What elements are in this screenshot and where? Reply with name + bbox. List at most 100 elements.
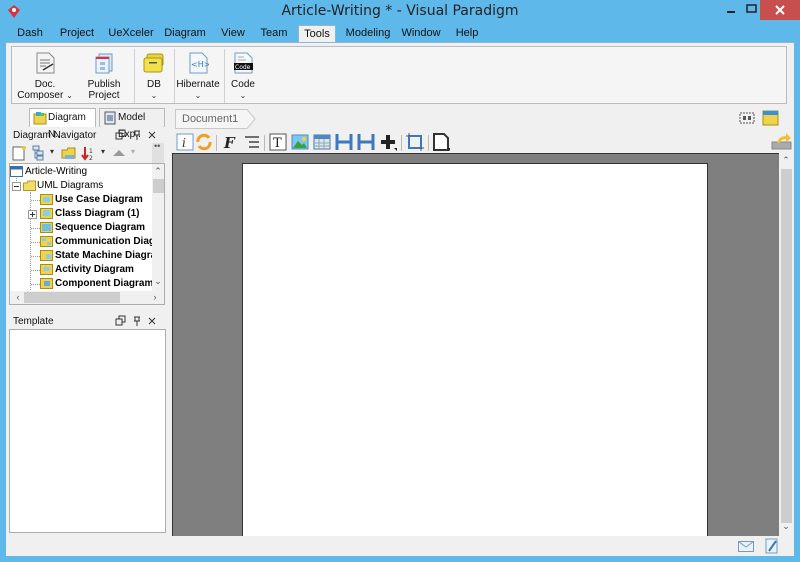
- move-up-icon[interactable]: [111, 145, 127, 161]
- publish-project-button[interactable]: Publish Project: [80, 47, 128, 105]
- outline-icon[interactable]: [243, 133, 261, 151]
- hierarchy-dropdown-icon[interactable]: ▾: [50, 147, 54, 156]
- publish-project-label-1: Publish: [87, 79, 121, 90]
- doc-composer-icon: [36, 52, 55, 74]
- restore-panel-button[interactable]: [115, 315, 127, 327]
- edit-note-icon[interactable]: [765, 538, 779, 554]
- scroll-thumb[interactable]: [24, 292, 120, 303]
- text-icon[interactable]: T: [269, 133, 287, 151]
- tree-connector: [31, 284, 40, 285]
- chevron-down-icon: ⌄: [239, 91, 247, 100]
- tree-item-label: Communication Diagram: [55, 236, 165, 247]
- communication-diagram-icon: [40, 236, 53, 247]
- menu-help[interactable]: Help: [452, 25, 482, 42]
- code-button[interactable]: Code Code ⌄: [226, 47, 260, 105]
- pin-panel-button[interactable]: [132, 129, 142, 141]
- menu-team[interactable]: Team: [258, 25, 290, 42]
- collapse-icon[interactable]: [12, 182, 21, 191]
- tab-diagram-navigator[interactable]: Diagram N..: [29, 108, 96, 140]
- fit-to-window-icon[interactable]: [739, 112, 755, 124]
- footer-icon[interactable]: [357, 133, 375, 151]
- scroll-down-icon[interactable]: ⌄: [150, 276, 164, 287]
- diagram-overview-icon[interactable]: [761, 110, 779, 126]
- page-icon[interactable]: [432, 133, 450, 151]
- ribbon-separator: [224, 49, 225, 103]
- menu-dash[interactable]: Dash: [10, 25, 50, 42]
- toolbar-overflow[interactable]: ••: [152, 141, 164, 163]
- menu-uexceler[interactable]: UeXceler: [106, 25, 156, 42]
- application-window: Article-Writing * - Visual Paradigm Dash…: [0, 0, 800, 562]
- document-breadcrumb[interactable]: Document1: [176, 110, 251, 128]
- pin-icon: [134, 130, 140, 140]
- sort-icon[interactable]: 12: [81, 145, 97, 161]
- header-icon[interactable]: [335, 133, 353, 151]
- template-list[interactable]: [9, 329, 166, 533]
- scroll-up-icon[interactable]: ⌃: [778, 155, 794, 166]
- close-panel-button[interactable]: [147, 315, 157, 327]
- font-icon[interactable]: F: [221, 133, 239, 151]
- mail-icon[interactable]: [738, 541, 754, 552]
- toolbar-separator: [264, 135, 265, 151]
- tree-horizontal-scrollbar[interactable]: ‹ ›: [10, 291, 164, 304]
- svg-text:Code: Code: [235, 64, 251, 71]
- chevron-down-icon: ⌄: [66, 91, 73, 100]
- database-icon: [143, 53, 164, 73]
- menu-diagram[interactable]: Diagram: [164, 25, 206, 42]
- publish-project-label-2: Project: [88, 90, 120, 101]
- hibernate-button[interactable]: <H> Hibernate ⌄: [176, 47, 220, 105]
- close-button[interactable]: [760, 0, 800, 20]
- tab-model-explorer[interactable]: Model Exp..: [99, 108, 165, 140]
- page-setup-icon[interactable]: [406, 133, 424, 151]
- scroll-thumb[interactable]: [153, 179, 164, 193]
- activity-diagram-icon: [40, 264, 53, 275]
- expand-icon[interactable]: [28, 210, 37, 219]
- open-folder-icon[interactable]: [61, 145, 77, 161]
- document-toolbar: i F T: [174, 133, 464, 153]
- sort-dropdown-icon[interactable]: ▾: [101, 147, 105, 156]
- menu-tools[interactable]: Tools: [298, 25, 336, 42]
- status-bar: [6, 536, 794, 556]
- close-icon: [148, 317, 156, 325]
- new-diagram-icon[interactable]: [11, 145, 27, 161]
- svg-text:T: T: [273, 136, 282, 151]
- image-icon[interactable]: [291, 133, 309, 151]
- menu-modeling[interactable]: Modeling: [344, 25, 392, 42]
- document-page[interactable]: [242, 163, 708, 536]
- minimize-button[interactable]: [718, 0, 744, 20]
- pin-panel-button[interactable]: [132, 315, 142, 327]
- info-icon[interactable]: i: [176, 133, 194, 151]
- menu-project[interactable]: Project: [56, 25, 98, 42]
- ribbon-separator: [134, 49, 135, 103]
- model-explorer-icon: [104, 111, 116, 125]
- add-icon[interactable]: [379, 133, 397, 151]
- doc-composer-button[interactable]: Doc. Composer ⌄: [16, 47, 74, 105]
- pin-icon: [134, 316, 140, 326]
- window-title: Article-Writing * - Visual Paradigm: [281, 3, 519, 19]
- canvas-vertical-scrollbar[interactable]: ⌃ ⌄: [779, 153, 794, 536]
- tree-connector: [31, 256, 40, 257]
- restore-panel-button[interactable]: [115, 129, 127, 141]
- scroll-thumb[interactable]: [781, 169, 792, 523]
- scroll-down-icon[interactable]: ⌄: [778, 521, 794, 532]
- db-button[interactable]: DB ⌄: [138, 47, 170, 105]
- menu-window[interactable]: Window: [400, 25, 442, 42]
- template-panel-title: Template: [13, 316, 54, 327]
- move-dropdown-icon[interactable]: ▾: [131, 147, 135, 156]
- close-panel-button[interactable]: [147, 129, 157, 141]
- tree-vertical-scrollbar[interactable]: ⌃ ⌄: [150, 164, 164, 291]
- hierarchy-view-icon[interactable]: [31, 145, 47, 161]
- component-diagram-icon: [40, 278, 53, 289]
- export-icon[interactable]: [771, 132, 793, 152]
- close-icon: [148, 131, 156, 139]
- class-diagram-icon: [40, 208, 53, 219]
- tree-connector: [30, 192, 31, 304]
- folder-icon: [23, 180, 36, 191]
- menu-view[interactable]: View: [218, 25, 248, 42]
- scroll-right-icon[interactable]: ›: [147, 292, 163, 302]
- refresh-icon[interactable]: [195, 133, 213, 151]
- diagram-navigator-title: Diagram Navigator: [13, 130, 97, 141]
- tree-connector: [31, 228, 40, 229]
- table-icon[interactable]: [313, 133, 331, 151]
- restore-icon: [115, 315, 126, 326]
- scroll-up-icon[interactable]: ⌃: [150, 166, 164, 177]
